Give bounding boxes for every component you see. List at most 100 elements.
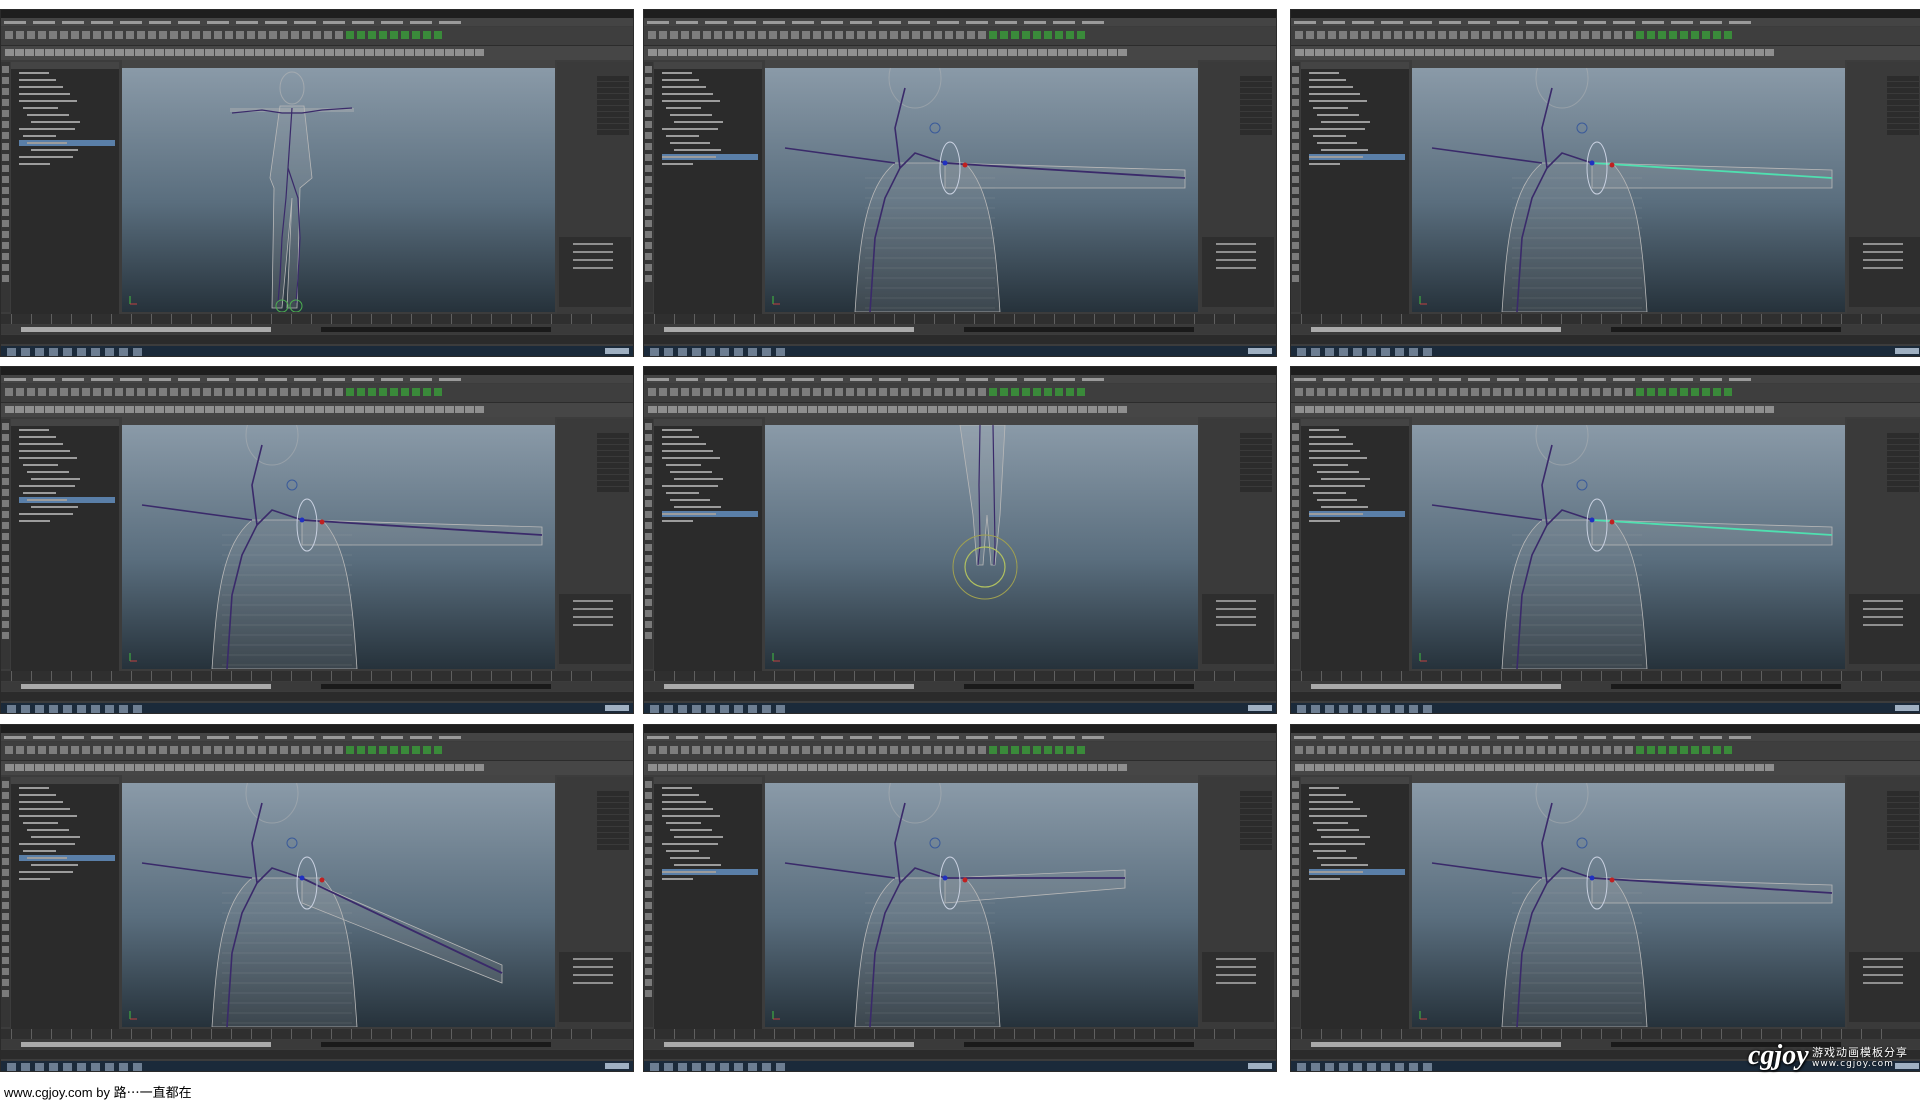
shelf-icon[interactable] (1008, 49, 1017, 56)
shelf-icon[interactable] (1345, 764, 1354, 771)
layer-item[interactable] (1863, 958, 1903, 960)
shelf-icon[interactable] (1515, 764, 1524, 771)
status-line-icon[interactable] (824, 746, 832, 754)
status-line-icon[interactable] (1383, 746, 1391, 754)
layer-item[interactable] (1216, 600, 1256, 602)
command-line[interactable] (644, 692, 1276, 701)
shelf-icon[interactable] (668, 49, 677, 56)
outliner-item[interactable] (1309, 785, 1405, 791)
tool-icon[interactable] (645, 132, 652, 139)
shelf-icon[interactable] (1515, 406, 1524, 413)
status-line-icon[interactable] (835, 746, 843, 754)
status-line-icon[interactable] (236, 746, 244, 754)
outliner-item[interactable] (662, 504, 758, 510)
shelf-icon[interactable] (1735, 49, 1744, 56)
outliner-item[interactable] (662, 84, 758, 90)
shelf-icon[interactable] (698, 406, 707, 413)
tool-icon[interactable] (1292, 792, 1299, 799)
menu-item[interactable] (705, 378, 727, 381)
shelf-icon[interactable] (1505, 49, 1514, 56)
status-line-icon[interactable] (181, 388, 189, 396)
menu-item[interactable] (1526, 21, 1548, 24)
menu-item[interactable] (734, 378, 756, 381)
shelf-icon[interactable] (648, 406, 657, 413)
channel-field[interactable] (597, 821, 629, 826)
taskbar-app-icon[interactable] (91, 705, 100, 713)
tool-icon[interactable] (1292, 99, 1299, 106)
menu-item[interactable] (120, 736, 142, 739)
tool-icon[interactable] (1292, 209, 1299, 216)
status-line-icon[interactable] (313, 746, 321, 754)
menu-item[interactable] (265, 21, 287, 24)
tool-icon[interactable] (1292, 935, 1299, 942)
shelf-icon[interactable] (1705, 406, 1714, 413)
status-line-icon[interactable] (1449, 31, 1457, 39)
status-line-icon[interactable] (769, 31, 777, 39)
channel-field[interactable] (1240, 821, 1272, 826)
outliner-item[interactable] (19, 855, 115, 861)
outliner-item[interactable] (1309, 799, 1405, 805)
taskbar-app-icon[interactable] (21, 705, 30, 713)
shelf-icon[interactable] (15, 406, 24, 413)
shelf-icon[interactable] (1715, 764, 1724, 771)
shelf-icon[interactable] (808, 764, 817, 771)
shelf-icon[interactable] (1745, 406, 1754, 413)
shelf-icon[interactable] (958, 406, 967, 413)
channel-field[interactable] (1240, 475, 1272, 480)
status-line-icon[interactable] (192, 746, 200, 754)
shelf-icon[interactable] (1755, 406, 1764, 413)
shelf-icon[interactable] (748, 406, 757, 413)
shelf-icon[interactable] (1665, 764, 1674, 771)
channel-field[interactable] (1887, 457, 1919, 462)
shelf-icon[interactable] (335, 406, 344, 413)
status-line-icon[interactable] (1350, 388, 1358, 396)
shelf-icon[interactable] (968, 49, 977, 56)
tool-icon[interactable] (645, 187, 652, 194)
menu-item[interactable] (91, 21, 113, 24)
tool-icon[interactable] (1292, 88, 1299, 95)
shelf-icon[interactable] (325, 49, 334, 56)
shelf-icon[interactable] (1765, 49, 1774, 56)
shelf-icon[interactable] (838, 49, 847, 56)
tool-icon[interactable] (1292, 891, 1299, 898)
shelf-icon[interactable] (405, 764, 414, 771)
status-line-icon[interactable] (60, 31, 68, 39)
channel-field[interactable] (1240, 439, 1272, 444)
layer-item[interactable] (573, 982, 613, 984)
shelf-icon[interactable] (1455, 764, 1464, 771)
tool-icon[interactable] (1292, 869, 1299, 876)
outliner-item[interactable] (19, 434, 115, 440)
status-line-icon[interactable] (16, 388, 24, 396)
outliner-item[interactable] (1309, 813, 1405, 819)
tool-icon[interactable] (1292, 847, 1299, 854)
tool-icon[interactable] (2, 467, 9, 474)
shelf-icon[interactable] (35, 764, 44, 771)
status-line-icon[interactable] (423, 31, 431, 39)
shelf-icon[interactable] (1108, 764, 1117, 771)
shelf-icon[interactable] (245, 49, 254, 56)
tool-icon[interactable] (1292, 110, 1299, 117)
outliner-item[interactable] (19, 490, 115, 496)
shelf-icon[interactable] (1465, 406, 1474, 413)
status-line-icon[interactable] (82, 31, 90, 39)
menu-item[interactable] (995, 736, 1017, 739)
menu-item[interactable] (879, 378, 901, 381)
status-line-icon[interactable] (813, 31, 821, 39)
tool-icon[interactable] (2, 935, 9, 942)
viewport-3d[interactable] (1412, 68, 1845, 312)
shelf-icon[interactable] (1445, 49, 1454, 56)
taskbar-app-icon[interactable] (678, 1063, 687, 1071)
menu-item[interactable] (1294, 736, 1316, 739)
status-line-icon[interactable] (692, 746, 700, 754)
shelf-icon[interactable] (1058, 49, 1067, 56)
shelf-icon[interactable] (1615, 49, 1624, 56)
tool-icon[interactable] (2, 781, 9, 788)
tool-icon[interactable] (1292, 456, 1299, 463)
shelf-icon[interactable] (648, 764, 657, 771)
shelf-icon[interactable] (1495, 49, 1504, 56)
status-line-icon[interactable] (1394, 388, 1402, 396)
tool-icon[interactable] (1292, 242, 1299, 249)
shelf-icon[interactable] (1765, 406, 1774, 413)
shelf-icon[interactable] (1108, 49, 1117, 56)
shelf-icon[interactable] (65, 764, 74, 771)
